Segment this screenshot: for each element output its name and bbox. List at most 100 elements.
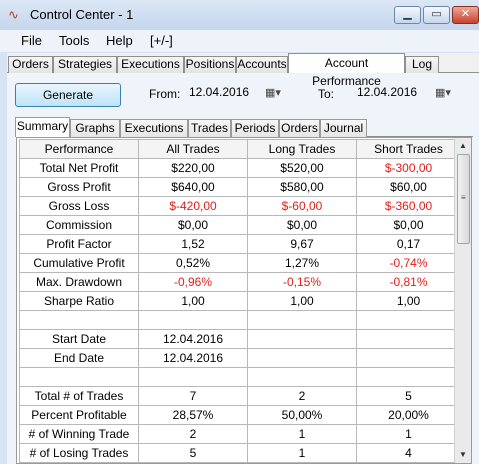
table-cell: [247, 348, 357, 368]
table-cell: 1,00: [138, 291, 248, 311]
tab-account-performance[interactable]: Account Performance: [288, 53, 405, 88]
table-row[interactable]: Commission $0,00 $0,00 $0,00: [19, 215, 461, 235]
column-header[interactable]: All Trades: [138, 139, 248, 159]
title-bar: ∿ Control Center - 1 ▁ ▭ ✕: [0, 0, 479, 30]
tab-strategies[interactable]: Strategies: [53, 56, 117, 73]
vertical-scrollbar[interactable]: ▲ ≡ ▼: [454, 138, 471, 463]
menu-toggle[interactable]: [+/-]: [150, 33, 173, 48]
table-cell: 0,52%: [138, 253, 248, 273]
table-cell: [356, 367, 461, 387]
table-cell: $220,00: [138, 158, 248, 178]
generate-button[interactable]: Generate: [15, 83, 121, 107]
table-cell: 2: [247, 386, 357, 406]
table-row[interactable]: Profit Factor 1,52 9,67 0,17: [19, 234, 461, 254]
table-cell: 9,67: [247, 234, 357, 254]
row-label: Max. Drawdown: [19, 272, 139, 292]
table-cell: 0,17: [356, 234, 461, 254]
grip-icon: ≡: [461, 193, 466, 202]
table-cell: 4: [356, 443, 461, 463]
menu-tools[interactable]: Tools: [59, 33, 89, 48]
close-button[interactable]: ✕: [452, 6, 479, 24]
table-cell: $0,00: [138, 215, 248, 235]
tab-trades[interactable]: Trades: [188, 119, 231, 137]
table-cell: [247, 329, 357, 349]
calendar-dropdown-icon[interactable]: ▦▾: [435, 87, 451, 99]
tab-periods[interactable]: Periods: [231, 119, 279, 137]
table-cell: $-420,00: [138, 196, 248, 216]
table-cell: [138, 367, 248, 387]
table-cell: 28,57%: [138, 405, 248, 425]
window-title: Control Center - 1: [30, 7, 134, 22]
table-row[interactable]: Gross Profit $640,00 $580,00 $60,00: [19, 177, 461, 197]
table-cell: $-360,00: [356, 196, 461, 216]
tab-executions-sub[interactable]: Executions: [120, 119, 188, 137]
table-cell: 1: [356, 424, 461, 444]
table-row[interactable]: [19, 310, 461, 330]
row-label: Cumulative Profit: [19, 253, 139, 273]
performance-table: Performance All Trades Long Trades Short…: [19, 139, 461, 463]
column-header[interactable]: Long Trades: [247, 139, 357, 159]
table-cell: 1,27%: [247, 253, 357, 273]
scroll-down-icon[interactable]: ▼: [455, 447, 471, 463]
row-label: Gross Loss: [19, 196, 139, 216]
row-label: Gross Profit: [19, 177, 139, 197]
tab-log[interactable]: Log: [405, 56, 439, 73]
from-date-value: 12.04.2016: [189, 85, 250, 99]
tab-journal[interactable]: Journal: [320, 119, 367, 137]
tab-orders-sub[interactable]: Orders: [279, 119, 320, 137]
tab-positions[interactable]: Positions: [184, 56, 236, 73]
table-header-row: Performance All Trades Long Trades Short…: [19, 139, 461, 159]
maximize-button[interactable]: ▭: [423, 6, 450, 24]
table-cell: 1: [247, 424, 357, 444]
table-cell: 1,00: [356, 291, 461, 311]
row-label: # of Losing Trades: [19, 443, 139, 463]
tab-executions[interactable]: Executions: [117, 56, 184, 73]
from-date-picker[interactable]: 12.04.2016 ▦▾: [187, 83, 291, 103]
table-cell: 5: [356, 386, 461, 406]
table-row[interactable]: Gross Loss $-420,00 $-60,00 $-360,00: [19, 196, 461, 216]
table-cell: $580,00: [247, 177, 357, 197]
table-cell: 1: [247, 443, 357, 463]
table-cell: $0,00: [247, 215, 357, 235]
row-label: End Date: [19, 348, 139, 368]
scroll-thumb[interactable]: ≡: [457, 154, 470, 244]
table-cell: 20,00%: [356, 405, 461, 425]
table-cell: -0,15%: [247, 272, 357, 292]
table-row[interactable]: Total # of Trades 7 2 5: [19, 386, 461, 406]
calendar-dropdown-icon[interactable]: ▦▾: [265, 87, 281, 99]
row-label: Profit Factor: [19, 234, 139, 254]
tab-summary[interactable]: Summary: [15, 117, 70, 137]
table-row[interactable]: # of Winning Trade 2 1 1: [19, 424, 461, 444]
table-row[interactable]: Percent Profitable 28,57% 50,00% 20,00%: [19, 405, 461, 425]
table-cell: 7: [138, 386, 248, 406]
table-row[interactable]: End Date 12.04.2016: [19, 348, 461, 368]
table-cell: 1,00: [247, 291, 357, 311]
table-row[interactable]: Cumulative Profit 0,52% 1,27% -0,74%: [19, 253, 461, 273]
tab-accounts[interactable]: Accounts: [236, 56, 288, 73]
table-row[interactable]: Max. Drawdown -0,96% -0,15% -0,81%: [19, 272, 461, 292]
row-label: Total # of Trades: [19, 386, 139, 406]
tab-orders[interactable]: Orders: [8, 56, 53, 73]
from-label: From:: [149, 87, 181, 101]
table-cell: -0,96%: [138, 272, 248, 292]
sub-tab-strip: Summary Graphs Executions Trades Periods…: [15, 117, 473, 137]
menu-file[interactable]: File: [21, 33, 42, 48]
tab-graphs[interactable]: Graphs: [70, 119, 120, 137]
table-row[interactable]: # of Losing Trades 5 1 4: [19, 443, 461, 463]
table-row[interactable]: Total Net Profit $220,00 $520,00 $-300,00: [19, 158, 461, 178]
summary-grid[interactable]: Performance All Trades Long Trades Short…: [16, 137, 472, 464]
table-cell: [247, 367, 357, 387]
minimize-button[interactable]: ▁: [394, 6, 421, 24]
table-row[interactable]: Sharpe Ratio 1,00 1,00 1,00: [19, 291, 461, 311]
table-row[interactable]: [19, 367, 461, 387]
scroll-up-icon[interactable]: ▲: [455, 138, 471, 154]
table-row[interactable]: Start Date 12.04.2016: [19, 329, 461, 349]
row-label: [19, 367, 139, 387]
row-label: Percent Profitable: [19, 405, 139, 425]
column-header[interactable]: Short Trades: [356, 139, 461, 159]
column-header[interactable]: Performance: [19, 139, 139, 159]
row-label: Commission: [19, 215, 139, 235]
menu-help[interactable]: Help: [106, 33, 133, 48]
row-label: Start Date: [19, 329, 139, 349]
table-cell: 2: [138, 424, 248, 444]
